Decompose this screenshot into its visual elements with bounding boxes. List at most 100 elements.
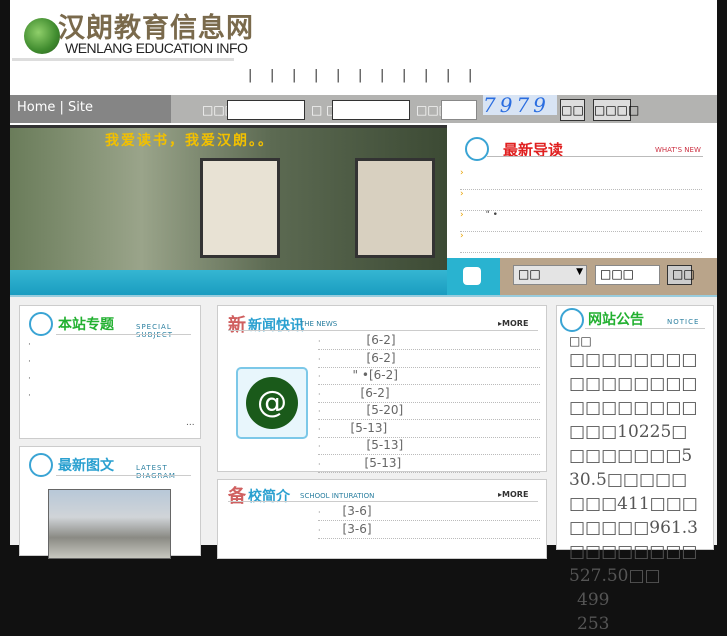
search-bar: □□ ▼ □□□ □□ (447, 258, 717, 295)
divider (228, 501, 538, 502)
password-input[interactable] (332, 100, 410, 120)
intro-date: [3-6] (342, 504, 372, 518)
news-subtitle: THE NEWS (300, 320, 338, 328)
news-title-first-char: 新 (228, 315, 246, 336)
notice-subtitle: NOTICE (667, 318, 700, 326)
nav-separator: | (270, 68, 275, 83)
intro-item[interactable]: · [3-6] (318, 504, 540, 521)
divider (228, 330, 538, 331)
nav-separator: | (402, 68, 407, 83)
news-date: [5-13] (350, 420, 388, 435)
search-input[interactable]: □□□ (595, 265, 660, 285)
intro-item[interactable]: · [3-6] (318, 522, 540, 539)
divider (56, 475, 191, 476)
special-icon (29, 312, 53, 336)
news-date: " •[6-2] (352, 368, 398, 382)
intro-title-first-char: 备 (228, 486, 246, 507)
intro-subtitle: SCHOOL INTURATION (300, 492, 375, 500)
news-date: [5-13] (364, 455, 402, 470)
special-title: 本站专题 (58, 317, 114, 333)
nav-separator: | (446, 68, 451, 83)
search-category-select[interactable]: □□ ▼ (513, 265, 587, 285)
notice-number: 253 (577, 614, 610, 634)
divider (12, 58, 234, 61)
bullet-icon: › (460, 210, 464, 220)
news-date: [5-13] (366, 438, 404, 452)
news-item[interactable]: · [6-2] (318, 386, 540, 403)
whats-new-item[interactable]: › (460, 189, 702, 211)
notice-panel: 网站公告 NOTICE □□ □□□□□□□□□□□□□□□□□□□□□□□□□… (556, 305, 714, 634)
news-item[interactable]: · [6-2] (318, 351, 540, 368)
nav-separator: | (336, 68, 341, 83)
special-item[interactable]: · (28, 374, 31, 384)
code-input[interactable] (441, 100, 477, 120)
special-more[interactable]: ... (186, 418, 195, 428)
divider (585, 328, 705, 329)
notice-heading: □□ (569, 334, 592, 348)
bullet-icon: › (460, 168, 464, 178)
bullet-icon: › (460, 231, 464, 241)
news-item[interactable]: · [6-2] (318, 333, 540, 350)
special-item[interactable]: · (28, 357, 31, 367)
select-value: □□ (518, 267, 541, 281)
whats-new-item[interactable]: › (460, 168, 702, 190)
news-date: [5-20] (366, 403, 404, 417)
nav-separator: | (314, 68, 319, 83)
special-subtitle: SPECIAL SUBJECT (136, 323, 174, 339)
whats-new-item[interactable]: › " • (460, 210, 702, 232)
news-title: 新闻快讯 (248, 318, 304, 334)
news-item[interactable]: · " •[6-2] (318, 368, 540, 385)
nav-separator: | (292, 68, 297, 83)
news-panel: 新 新闻快讯 THE NEWS ▸MORE @ · [6-2] · [6-2] · " •… (217, 305, 547, 473)
page: 汉朗教育信息网 WENLANG EDUCATION INFO | | | | | | | | |… (10, 0, 717, 634)
news-more-link[interactable]: ▸MORE (498, 319, 528, 328)
email-badge-image: @ (236, 367, 308, 439)
banner-strip (10, 270, 447, 295)
school-intro-panel: 备 校简介 SCHOOL INTURATION ▸MORE · [3-6] · [3-… (217, 479, 547, 559)
latest-diagram-subtitle: LATEST DIAGRAM (136, 464, 176, 480)
notice-title: 网站公告 (588, 312, 644, 328)
intro-more-link[interactable]: ▸MORE (498, 490, 528, 499)
notice-text: □□□□□□□□□□□□□□□□□□□□□□□□□□□10225□□□□□□□□… (569, 350, 698, 634)
logo-subtitle: WENLANG EDUCATION INFO (65, 40, 248, 56)
photo-boy (355, 158, 435, 258)
news-item[interactable]: · [5-20] (318, 403, 540, 420)
news-item[interactable]: · [5-13] (318, 438, 540, 455)
whats-new-subtitle: WHAT'S NEW (655, 146, 701, 154)
notice-icon (560, 308, 584, 332)
home-site-links[interactable]: Home | Site (10, 95, 171, 123)
whats-new-item[interactable]: › (460, 231, 702, 253)
banner-image: 我爱读书，我爱汉朗。。 (10, 125, 447, 270)
divider (56, 334, 191, 335)
username-input[interactable] (227, 100, 305, 120)
school-photo[interactable] (48, 489, 171, 559)
special-item[interactable]: · (28, 340, 31, 350)
register-button[interactable]: □□□□ (593, 99, 639, 121)
login-button[interactable]: □□ (560, 99, 585, 121)
search-button[interactable]: □□ (667, 265, 695, 285)
top-nav: | | | | | | | | | | | (248, 68, 490, 83)
latest-diagram-panel: 最新图文 LATEST DIAGRAM (19, 446, 201, 559)
item-text: " • (485, 210, 498, 220)
nav-separator: | (380, 68, 385, 83)
news-item[interactable]: · [5-13] (318, 421, 540, 438)
intro-date: [3-6] (342, 521, 372, 536)
search-person-icon (447, 258, 500, 295)
divider (487, 156, 703, 157)
captcha-image: 7979 (483, 95, 557, 115)
special-subject-panel: 本站专题 SPECIAL SUBJECT · · · · ... (19, 305, 201, 439)
intro-title: 校简介 (248, 489, 290, 505)
latest-diagram-title: 最新图文 (58, 458, 114, 474)
news-date: [6-2] (360, 385, 390, 400)
news-item[interactable]: · [5-13] (318, 456, 540, 473)
whats-new-panel: 最新导读 WHAT'S NEW › › › " • › (447, 125, 717, 260)
news-date: [6-2] (366, 333, 396, 347)
chevron-down-icon: ▼ (576, 267, 583, 277)
notice-number: 499 (577, 590, 610, 610)
news-date: [6-2] (366, 350, 396, 365)
content-area: 本站专题 SPECIAL SUBJECT · · · · ... 最新图文 LATES… (10, 295, 717, 634)
nav-separator: | (248, 68, 253, 83)
bullet-icon: › (460, 189, 464, 199)
special-item[interactable]: · (28, 391, 31, 401)
login-bar: □□□ □ □ □□□ 7979 □□ □□□□ (171, 95, 717, 123)
